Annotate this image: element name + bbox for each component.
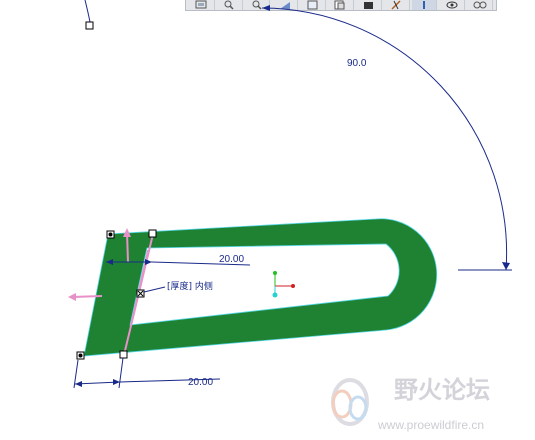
vertex-handle-tr[interactable] — [148, 229, 157, 238]
drag-arrow-left[interactable] — [71, 295, 103, 298]
watermark: 野火论坛 www.proewildfire.cn — [331, 376, 490, 432]
watermark-title: 野火论坛 — [394, 376, 490, 404]
dim-arrow-icon — [145, 259, 152, 265]
dim-arrow-icon — [113, 379, 120, 385]
vertex-handle-br[interactable] — [119, 350, 128, 359]
drag-arrow-left-icon — [68, 293, 76, 301]
angle-arrow-start-icon — [262, 5, 270, 11]
graphics-canvas[interactable]: 90.0 20.00 [厚度] 内侧 20.00 野火论坛 www.proewi… — [0, 0, 535, 440]
drag-handle-top[interactable] — [85, 21, 94, 30]
annotation-leader — [143, 286, 166, 293]
vertex-dot-bl — [78, 353, 83, 358]
coordinate-triad-icon — [272, 271, 295, 298]
angle-dimension-value[interactable]: 90.0 — [347, 58, 367, 69]
leader-line — [84, 0, 91, 23]
watermark-url: www.proewildfire.cn — [377, 418, 484, 432]
vertex-dot-tl — [108, 232, 113, 237]
thickness-annotation[interactable]: [厚度] 内侧 — [167, 280, 213, 292]
angle-arrow-end-icon — [502, 262, 510, 270]
extension-line-br — [118, 357, 124, 389]
dimension-bottom-value[interactable]: 20.00 — [188, 377, 213, 388]
watermark-logo-icon — [331, 378, 369, 426]
dimension-top-value[interactable]: 20.00 — [219, 254, 244, 265]
u-shaped-solid[interactable] — [83, 218, 438, 357]
dim-arrow-icon — [75, 381, 82, 387]
